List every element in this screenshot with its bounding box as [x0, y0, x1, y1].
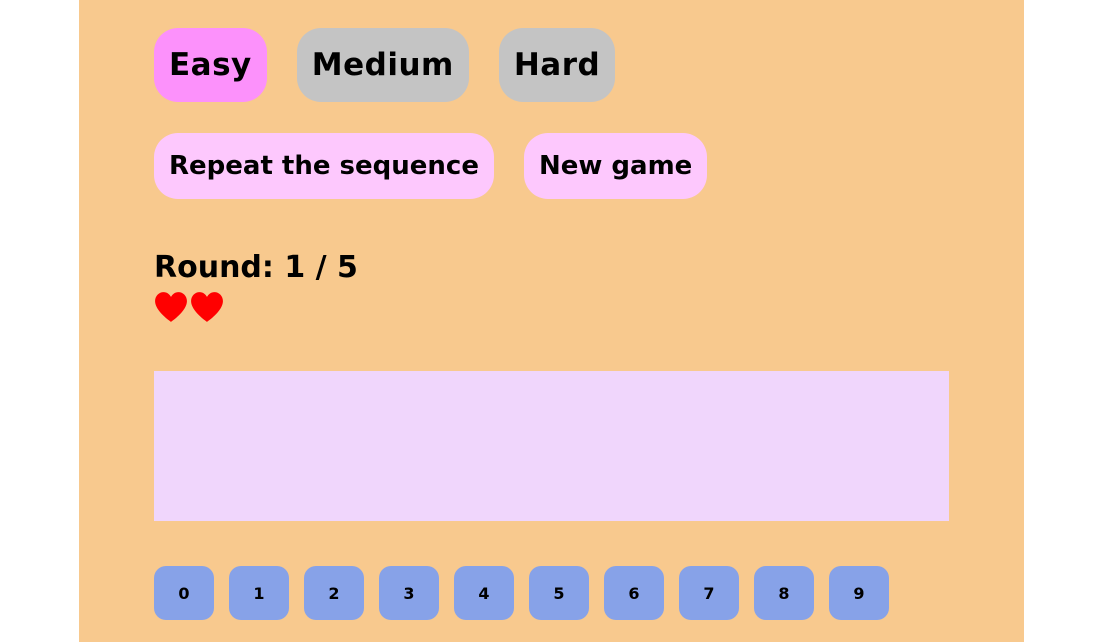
- lives-display: [154, 290, 224, 324]
- heart-icon: [191, 292, 223, 322]
- round-counter: Round: 1 / 5: [154, 250, 358, 285]
- digit-button-6[interactable]: 6: [604, 566, 664, 620]
- difficulty-easy-button[interactable]: Easy: [154, 28, 267, 102]
- digit-button-8[interactable]: 8: [754, 566, 814, 620]
- repeat-sequence-button[interactable]: Repeat the sequence: [154, 133, 494, 199]
- digit-button-4[interactable]: 4: [454, 566, 514, 620]
- digit-button-1[interactable]: 1: [229, 566, 289, 620]
- difficulty-selector: Easy Medium Hard: [154, 28, 616, 102]
- difficulty-hard-button[interactable]: Hard: [498, 28, 616, 102]
- action-buttons: Repeat the sequence New game: [154, 133, 708, 199]
- digit-button-5[interactable]: 5: [529, 566, 589, 620]
- game-page: Easy Medium Hard Repeat the sequence New…: [79, 0, 1024, 642]
- digit-keypad: 0123456789: [154, 566, 889, 620]
- new-game-button[interactable]: New game: [523, 133, 708, 199]
- heart-icon: [155, 292, 187, 322]
- sequence-display-area: [154, 371, 949, 521]
- digit-button-7[interactable]: 7: [679, 566, 739, 620]
- digit-button-2[interactable]: 2: [304, 566, 364, 620]
- digit-button-3[interactable]: 3: [379, 566, 439, 620]
- digit-button-0[interactable]: 0: [154, 566, 214, 620]
- difficulty-medium-button[interactable]: Medium: [296, 28, 469, 102]
- digit-button-9[interactable]: 9: [829, 566, 889, 620]
